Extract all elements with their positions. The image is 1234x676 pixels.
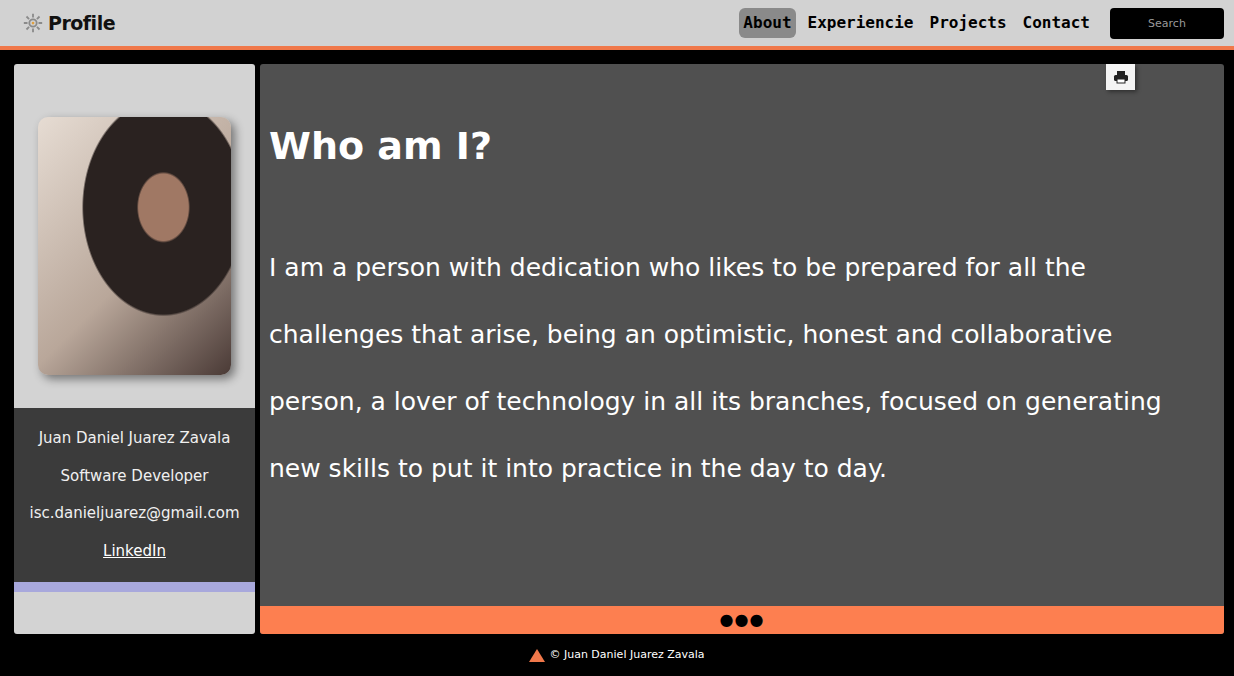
section-title: Who am I? [269, 124, 1202, 170]
about-text: I am a person with dedication who likes … [269, 234, 1202, 502]
top-navbar: Profile About Experiencie Projects Contact [0, 0, 1234, 50]
nav-item[interactable]: Experiencie [804, 8, 918, 38]
footer: © Juan Daniel Juarez Zavala [0, 634, 1234, 676]
brand-text[interactable]: Profile [48, 9, 115, 38]
search-input[interactable] [1110, 8, 1224, 39]
profile-email: isc.danieljuarez@gmail.com [20, 495, 249, 533]
linkedin-row: LinkedIn [20, 533, 249, 571]
about-panel: Who am I? I am a person with dedication w… [260, 64, 1224, 634]
brand[interactable]: Profile [22, 9, 115, 38]
profile-info: Juan Daniel Juarez ZavalaSoftware Develo… [14, 408, 255, 582]
pager-dots[interactable]: ●●● [260, 606, 1224, 634]
nav-menu: About Experiencie Projects Contact [739, 8, 1224, 39]
print-button[interactable] [1106, 64, 1135, 90]
profile-photo [38, 117, 231, 375]
about-body: Who am I? I am a person with dedication w… [260, 64, 1224, 606]
content-area: Juan Daniel Juarez ZavalaSoftware Develo… [0, 50, 1234, 634]
accent-strip [14, 582, 255, 592]
nav-item[interactable]: Contact [1019, 8, 1094, 38]
profile-name: Juan Daniel Juarez Zavala [20, 420, 249, 458]
print-row [269, 64, 1202, 90]
footer-text: © Juan Daniel Juarez Zavala [549, 647, 704, 664]
linkedin-link[interactable]: LinkedIn [103, 542, 166, 560]
profile-role: Software Developer [20, 458, 249, 496]
profile-sidebar: Juan Daniel Juarez ZavalaSoftware Develo… [14, 64, 255, 634]
nav-item[interactable]: About [739, 8, 795, 38]
printer-icon [1113, 69, 1129, 85]
gear-icon [22, 12, 44, 34]
nav-item[interactable]: Projects [926, 8, 1011, 38]
triangle-icon [529, 649, 545, 662]
